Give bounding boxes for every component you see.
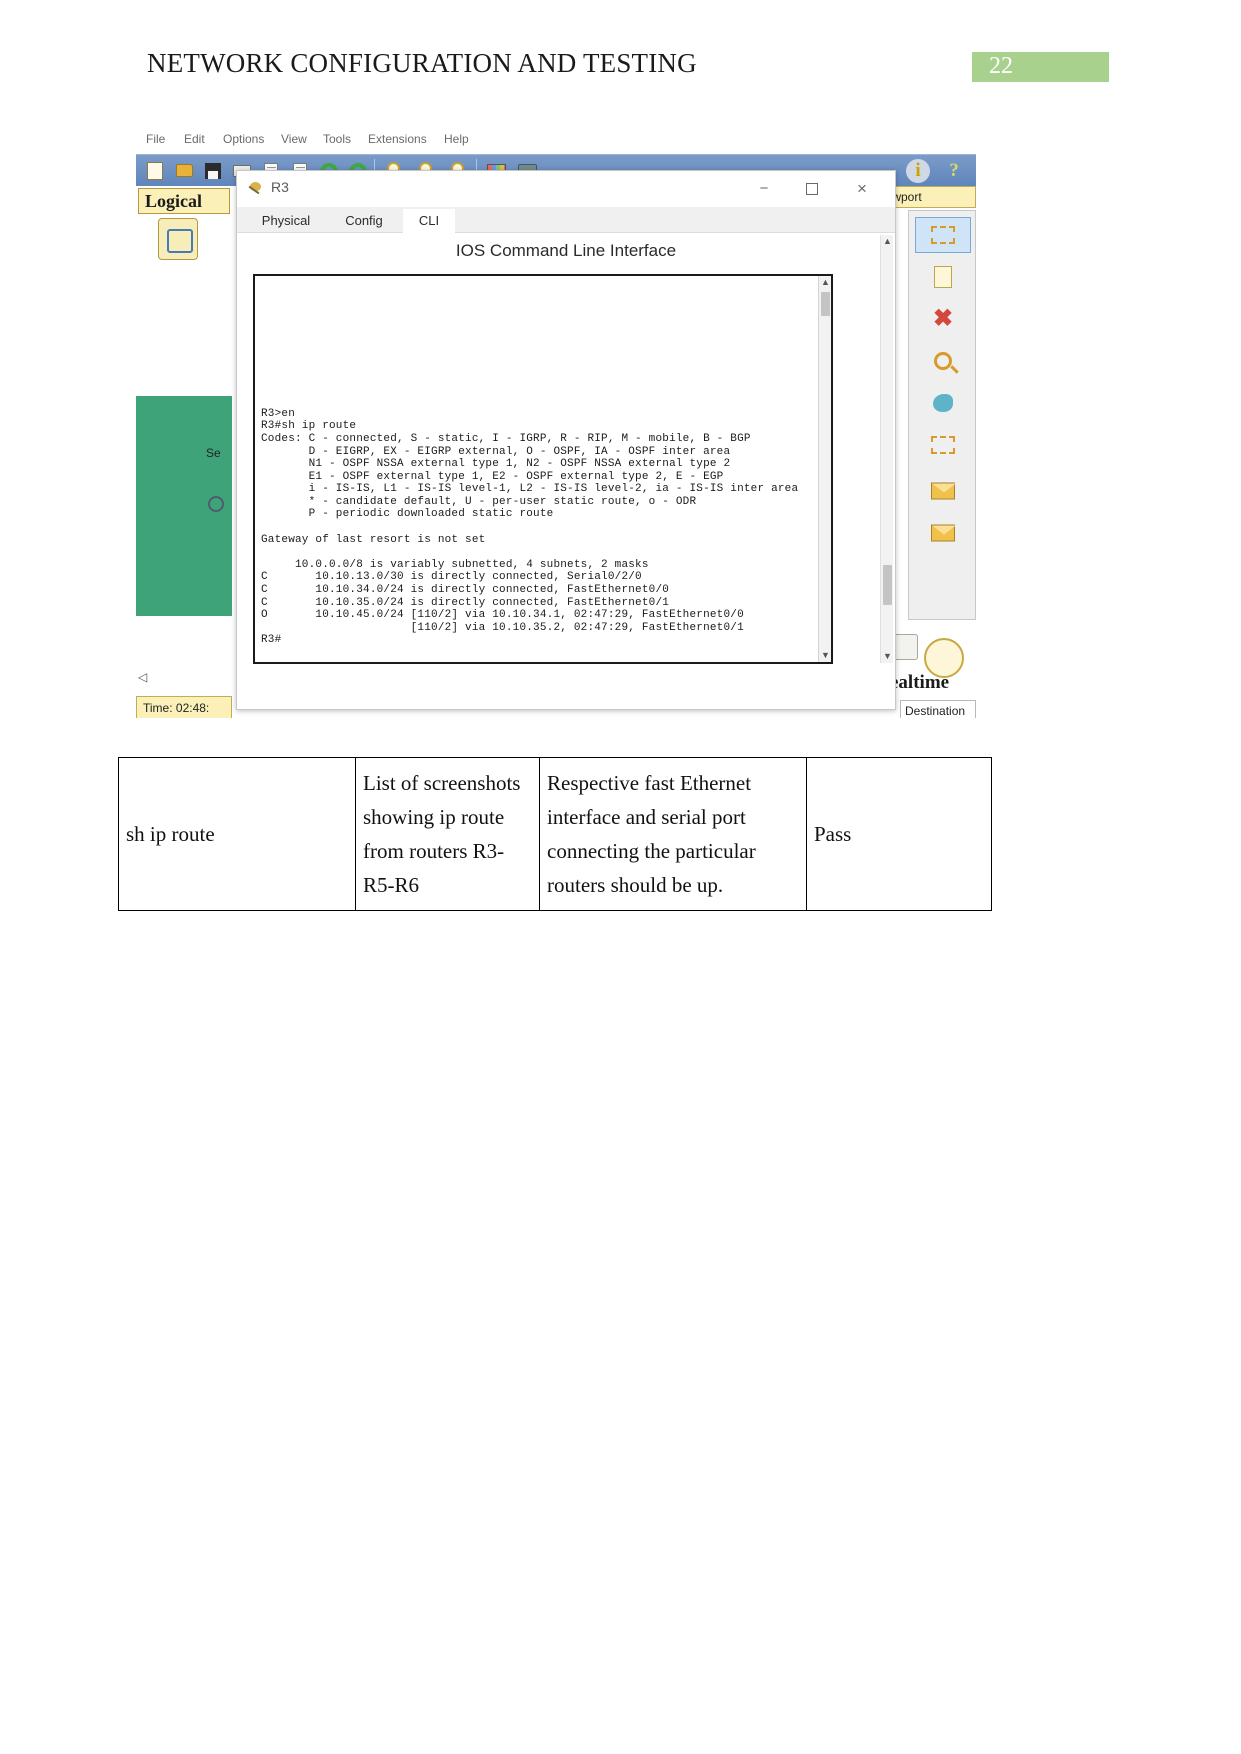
tool-palette: ✖ xyxy=(908,210,976,620)
menu-item-extensions[interactable]: Extensions xyxy=(368,132,427,146)
dialog-scroll-up-icon[interactable]: ▲ xyxy=(881,235,894,248)
inspect-tool-button[interactable] xyxy=(915,343,971,379)
tab-cli[interactable]: CLI xyxy=(403,209,455,233)
save-icon[interactable] xyxy=(202,160,224,182)
add-complex-pdu-button[interactable] xyxy=(915,515,971,551)
network-topology-icon xyxy=(158,218,198,260)
terminal-scroll-down-icon[interactable]: ▼ xyxy=(819,649,831,662)
info-icon[interactable]: i xyxy=(906,159,930,183)
cell-command: sh ip route xyxy=(118,757,356,911)
dialog-scrollbar[interactable]: ▲ ▼ xyxy=(880,235,893,663)
menu-item-edit[interactable]: Edit xyxy=(184,132,205,146)
magnifier-icon xyxy=(934,352,952,370)
new-file-icon[interactable] xyxy=(144,160,166,182)
envelope-complex-icon xyxy=(931,524,956,542)
page-number: 22 xyxy=(989,53,1013,79)
select-marquee-icon xyxy=(931,226,955,244)
select-tool-button[interactable] xyxy=(915,217,971,253)
maximize-button[interactable] xyxy=(791,175,833,203)
dialog-title: R3 xyxy=(271,179,289,195)
packet-tracer-screenshot: File Edit Options View Tools Extensions … xyxy=(136,128,976,718)
dialog-scroll-down-icon[interactable]: ▼ xyxy=(881,650,894,663)
shape-tool-button[interactable] xyxy=(915,385,971,421)
freeform-shape-icon xyxy=(933,394,953,412)
menu-item-file[interactable]: File xyxy=(146,132,165,146)
terminal-scrollbar[interactable]: ▲ ▼ xyxy=(818,276,831,662)
menu-item-options[interactable]: Options xyxy=(223,132,264,146)
simulation-time-label: Time: 02:48: xyxy=(136,696,232,718)
page-title: NETWORK CONFIGURATION AND TESTING xyxy=(147,48,697,78)
menu-item-view[interactable]: View xyxy=(281,132,307,146)
test-results-table: sh ip route List of screenshots showing … xyxy=(118,757,992,911)
realtime-mode-label: ealtime xyxy=(890,672,950,693)
resize-marquee-icon xyxy=(931,436,955,454)
tab-physical[interactable]: Physical xyxy=(247,209,325,233)
terminal-scroll-thumb[interactable] xyxy=(821,292,830,316)
cli-output-text: R3>en R3#sh ip route Codes: C - connecte… xyxy=(261,407,799,647)
open-folder-icon[interactable] xyxy=(173,160,195,182)
clock-icon xyxy=(208,496,224,512)
help-icon[interactable]: ? xyxy=(942,159,966,183)
scroll-left-arrow[interactable]: ◁ xyxy=(138,670,154,686)
dialog-tab-strip: Physical Config CLI xyxy=(237,207,895,233)
add-simple-pdu-button[interactable] xyxy=(915,473,971,509)
menu-item-help[interactable]: Help xyxy=(444,132,469,146)
terminal-scroll-up-icon[interactable]: ▲ xyxy=(819,276,831,289)
minimize-button[interactable]: − xyxy=(743,175,785,203)
r3-device-dialog: R3 − × Physical Config CLI IOS Command L… xyxy=(236,170,896,710)
dialog-title-bar[interactable]: R3 − × xyxy=(237,171,895,207)
delete-x-icon: ✖ xyxy=(932,305,954,332)
cli-heading: IOS Command Line Interface xyxy=(455,241,677,260)
cell-expected-result: Respective fast Ethernet interface and s… xyxy=(539,757,807,911)
cell-expected-evidence: List of screenshots showing ip route fro… xyxy=(355,757,540,911)
page-number-badge: 22 xyxy=(972,52,1109,82)
note-icon xyxy=(934,266,952,288)
dialog-scroll-thumb[interactable] xyxy=(883,565,892,605)
destination-column-header: Destination xyxy=(900,700,976,718)
resize-tool-button[interactable] xyxy=(915,427,971,463)
close-button[interactable]: × xyxy=(841,175,883,203)
menu-item-tools[interactable]: Tools xyxy=(323,132,351,146)
cli-terminal[interactable]: R3>en R3#sh ip route Codes: C - connecte… xyxy=(253,274,833,664)
scenario-label: Se xyxy=(206,446,221,460)
cell-status: Pass xyxy=(806,757,992,911)
envelope-add-icon xyxy=(931,482,956,500)
logical-view-tab[interactable]: Logical xyxy=(138,188,230,214)
router-icon xyxy=(247,181,265,197)
menu-bar: File Edit Options View Tools Extensions … xyxy=(136,128,976,154)
maximize-icon xyxy=(806,183,818,195)
tab-config[interactable]: Config xyxy=(331,209,397,233)
table-row: sh ip route List of screenshots showing … xyxy=(118,757,992,911)
note-tool-button[interactable] xyxy=(915,259,971,295)
delete-tool-button[interactable]: ✖ xyxy=(915,301,971,337)
